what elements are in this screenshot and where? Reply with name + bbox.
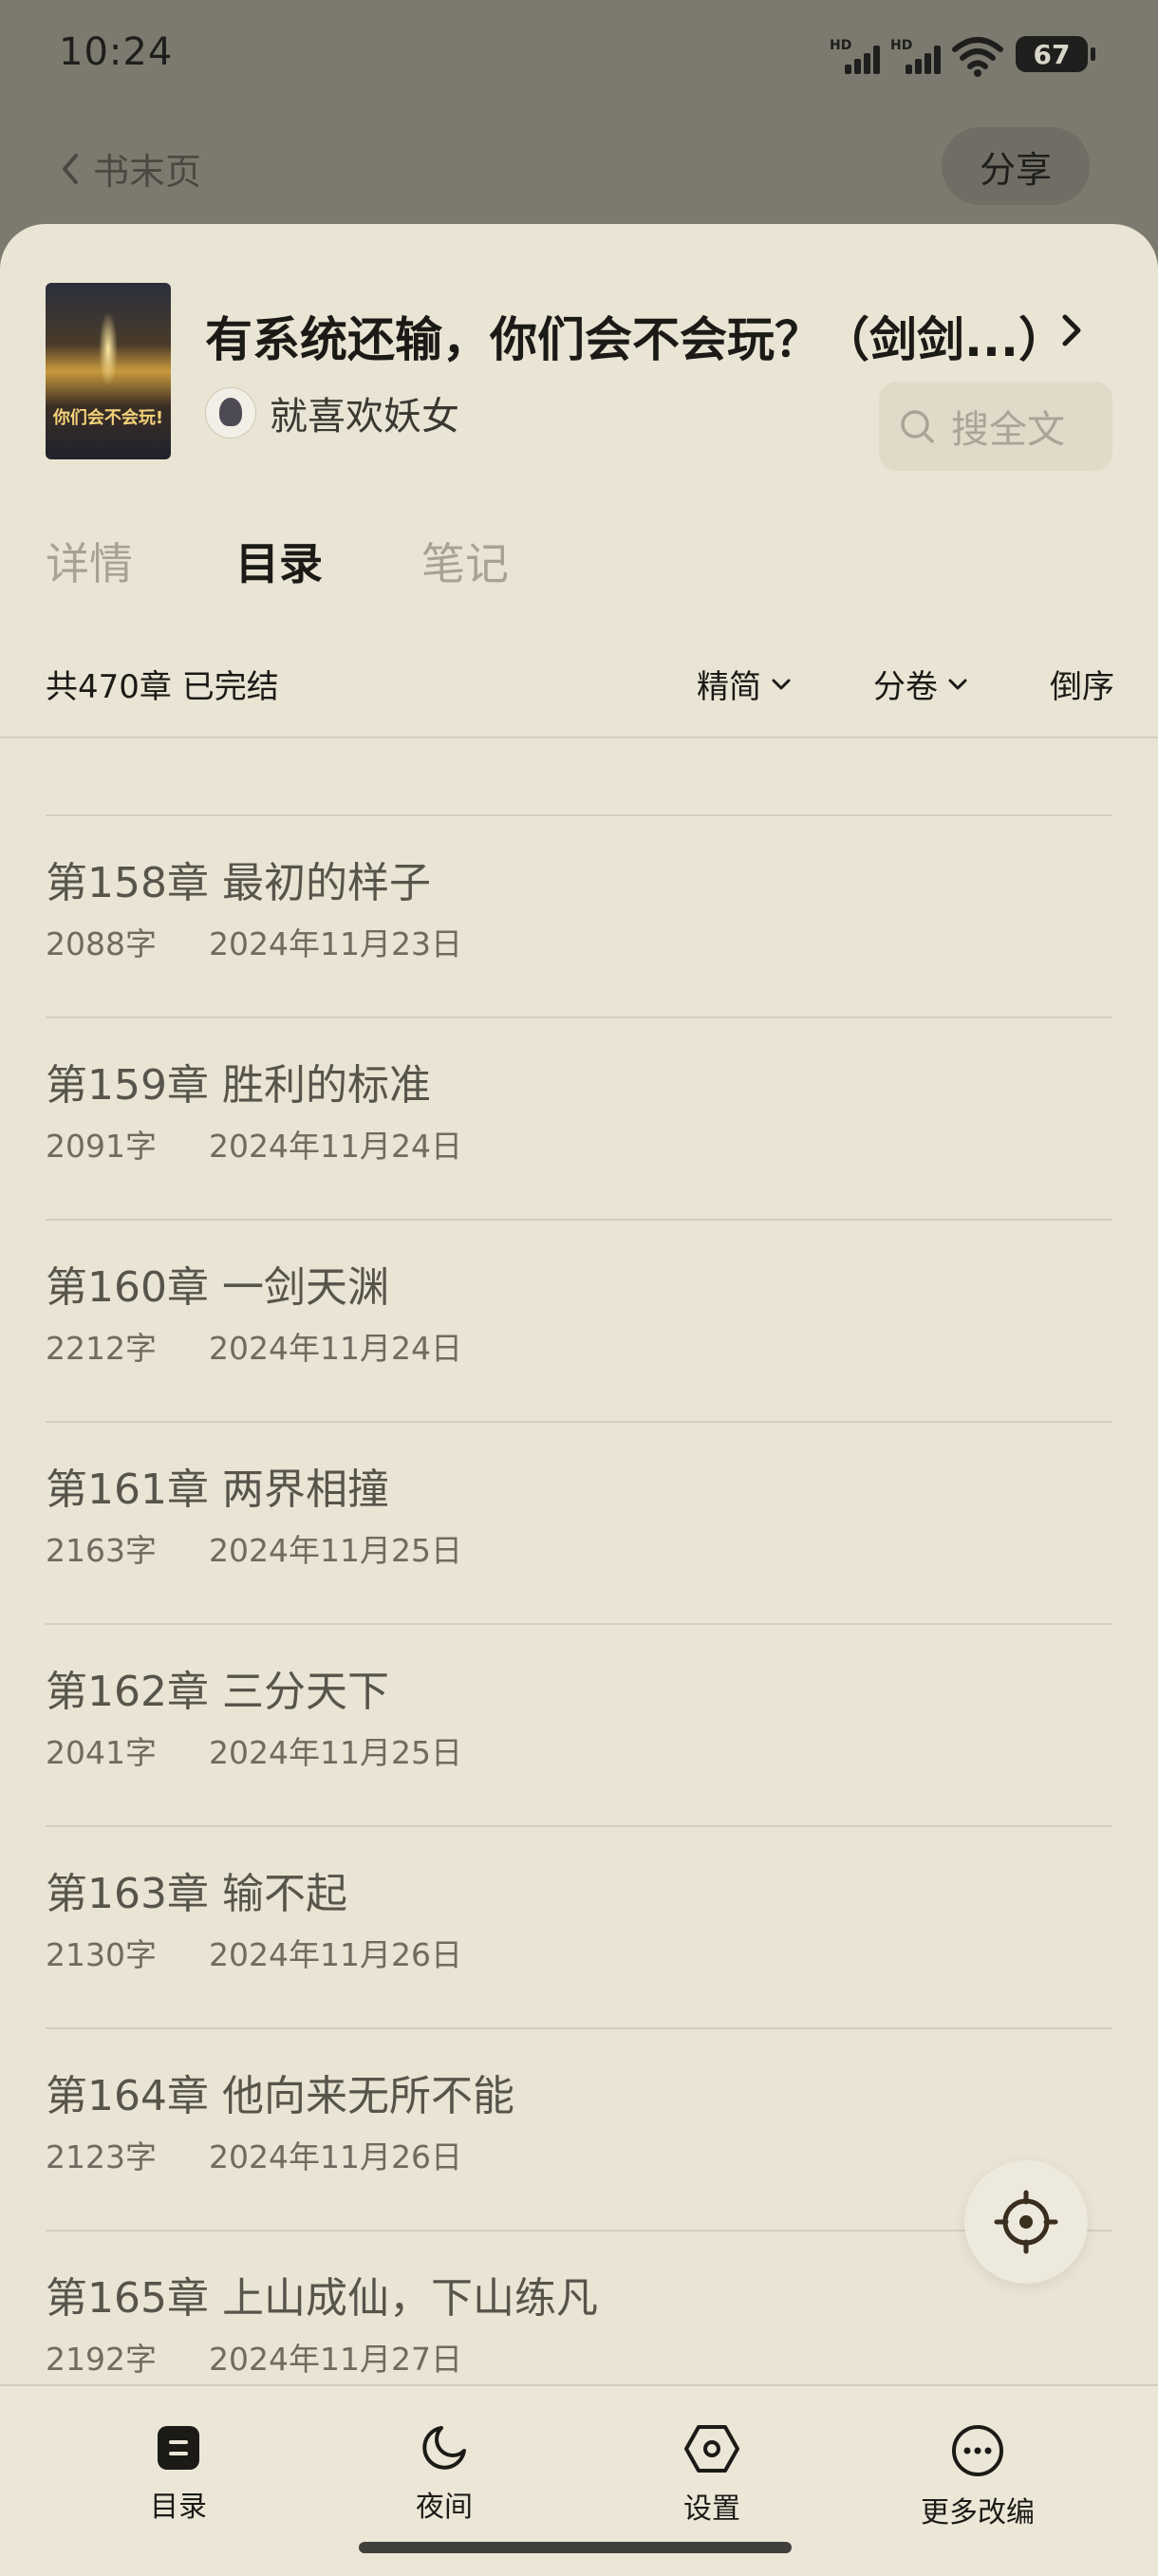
locate-current-chapter-button[interactable] <box>964 2160 1088 2284</box>
book-cover[interactable]: 你们会不会玩! <box>46 283 171 459</box>
chapter-title: 第163章 输不起 <box>46 1870 347 1918</box>
settings-icon <box>684 2425 739 2473</box>
chapter-words: 2192字 <box>46 2341 157 2378</box>
chapter-date: 2024年11月24日 <box>209 1128 462 1165</box>
chapter-item[interactable]: 第161章 两界相撞 2163字 2024年11月25日 <box>46 1421 1112 1625</box>
home-indicator[interactable] <box>359 2542 792 2553</box>
tab-notes[interactable]: 笔记 <box>421 530 509 592</box>
status-bar: 10:24 HD HD 67 <box>0 0 1158 114</box>
chapter-title: 第158章 最初的样子 <box>46 859 431 907</box>
share-label: 分享 <box>979 148 1052 191</box>
chapter-words: 2091字 <box>46 1128 157 1165</box>
simplified-dropdown[interactable]: 精简 <box>697 661 792 707</box>
chapter-title: 第162章 三分天下 <box>46 1668 389 1716</box>
status-time: 10:24 <box>59 30 174 74</box>
cover-title: 你们会不会玩! <box>52 408 164 428</box>
chapter-item[interactable]: 第164章 他向来无所不能 2123字 2024年11月26日 <box>46 2027 1112 2231</box>
author-avatar <box>205 387 256 439</box>
nav-more-adaptations[interactable]: 更多改编 <box>883 2424 1073 2530</box>
chapter-count: 共470章 已完结 <box>46 668 279 706</box>
tab-toc[interactable]: 目录 <box>235 530 323 592</box>
chapter-words: 2212字 <box>46 1330 157 1367</box>
chapter-date: 2024年11月25日 <box>209 1734 462 1771</box>
share-button[interactable]: 分享 <box>942 127 1090 205</box>
toc-sheet: 你们会不会玩! 有系统还输，你们会不会玩？（剑剑...） 就喜欢妖女 搜全文 详… <box>0 224 1158 2576</box>
chapter-date: 2024年11月26日 <box>209 1936 462 1973</box>
nav-night-mode[interactable]: 夜间 <box>349 2424 539 2525</box>
chapter-title: 第165章 上山成仙，下山练凡 <box>46 2274 598 2323</box>
chapter-title: 第164章 他向来无所不能 <box>46 2072 514 2120</box>
chevron-left-icon <box>63 153 78 184</box>
chapter-meta: 2088字 2024年11月23日 <box>46 919 462 964</box>
tab-details[interactable]: 详情 <box>46 530 133 592</box>
chapter-meta: 2163字 2024年11月25日 <box>46 1525 462 1571</box>
chapter-meta: 2041字 2024年11月25日 <box>46 1727 462 1773</box>
crosshair-icon <box>994 2190 1058 2254</box>
chapter-item[interactable]: 第158章 最初的样子 2088字 2024年11月23日 <box>46 814 1112 1018</box>
search-fulltext-button[interactable]: 搜全文 <box>879 382 1112 471</box>
search-label: 搜全文 <box>951 408 1065 452</box>
book-title[interactable]: 有系统还输，你们会不会玩？（剑剑...） <box>205 302 1040 370</box>
wifi-icon <box>952 37 1003 77</box>
chapter-date: 2024年11月25日 <box>209 1532 462 1569</box>
chevron-down-icon <box>948 679 967 689</box>
chapter-date: 2024年11月24日 <box>209 1330 462 1367</box>
back-button[interactable]: 书末页 <box>61 142 201 195</box>
chapter-meta: 2123字 2024年11月26日 <box>46 2132 462 2177</box>
chapter-title: 第161章 两界相撞 <box>46 1465 389 1514</box>
chapter-item[interactable]: 第163章 输不起 2130字 2024年11月26日 <box>46 1825 1112 2029</box>
more-icon <box>952 2425 1003 2476</box>
author-row[interactable]: 就喜欢妖女 <box>205 385 459 440</box>
chapter-words: 2130字 <box>46 1936 157 1973</box>
nav-toc[interactable]: 目录 <box>84 2424 273 2525</box>
chapter-item[interactable]: 第160章 一剑天渊 2212字 2024年11月24日 <box>46 1219 1112 1423</box>
chapter-meta: 2130字 2024年11月26日 <box>46 1930 462 1975</box>
chapter-title: 第160章 一剑天渊 <box>46 1263 389 1312</box>
toc-icon <box>158 2426 199 2470</box>
chapter-words: 2123字 <box>46 2138 157 2175</box>
signal-icon: HD <box>830 38 885 74</box>
chapter-meta: 2192字 2024年11月27日 <box>46 2334 462 2380</box>
chapter-item[interactable]: 第162章 三分天下 2041字 2024年11月25日 <box>46 1623 1112 1827</box>
chapter-meta: 2212字 2024年11月24日 <box>46 1323 462 1369</box>
moon-icon <box>422 2426 466 2470</box>
signal-icon: HD <box>890 38 945 74</box>
nav-settings[interactable]: 设置 <box>617 2424 807 2527</box>
chapter-title: 第159章 胜利的标准 <box>46 1061 431 1110</box>
search-icon <box>901 410 934 443</box>
volume-dropdown[interactable]: 分卷 <box>873 661 968 707</box>
chapter-item[interactable]: 第159章 胜利的标准 2091字 2024年11月24日 <box>46 1017 1112 1221</box>
chapter-words: 2041字 <box>46 1734 157 1771</box>
reverse-order-button[interactable]: 倒序 <box>1050 661 1114 707</box>
author-name: 就喜欢妖女 <box>270 395 459 439</box>
chevron-right-icon[interactable] <box>1057 311 1086 349</box>
toc-summary-row: 共470章 已完结 精简 分卷 倒序 <box>0 661 1158 738</box>
chapter-meta: 2091字 2024年11月24日 <box>46 1121 462 1167</box>
chapter-date: 2024年11月27日 <box>209 2341 462 2378</box>
chapter-date: 2024年11月26日 <box>209 2138 462 2175</box>
chapter-words: 2088字 <box>46 925 157 962</box>
chapter-date: 2024年11月23日 <box>209 925 462 962</box>
back-label: 书末页 <box>93 151 202 193</box>
chapter-words: 2163字 <box>46 1532 157 1569</box>
chevron-down-icon <box>772 679 791 689</box>
battery-indicator: 67 <box>1016 36 1095 72</box>
